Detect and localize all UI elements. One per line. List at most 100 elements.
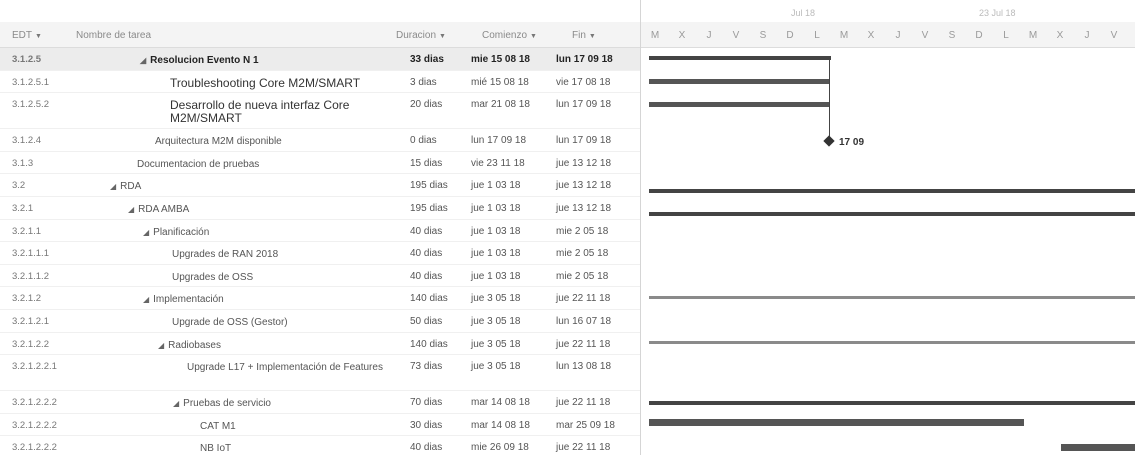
header-nombre[interactable]: Nombre de tarea <box>76 30 151 41</box>
row-duration: 0 dias <box>410 135 437 147</box>
row-name[interactable]: Upgrades de OSS <box>172 271 253 284</box>
gantt-bar[interactable] <box>649 296 1135 299</box>
row-name[interactable]: ◢ RDA <box>110 180 141 193</box>
row-start: mar 21 08 18 <box>471 99 530 111</box>
row-end: mie 2 05 18 <box>556 270 609 282</box>
day-label: M <box>1028 30 1038 41</box>
duracion-filter-icon[interactable]: ▼ <box>439 33 446 40</box>
row-duration: 33 dias <box>410 54 444 65</box>
task-row[interactable]: 3.2.1.2.2 ◢ Radiobases 140 dias jue 3 05 … <box>0 333 640 356</box>
collapse-icon[interactable]: ◢ <box>158 341 164 350</box>
gantt-area[interactable]: 17 09 <box>641 48 1135 455</box>
row-end: jue 22 11 18 <box>556 338 611 350</box>
row-duration: 195 dias <box>410 202 448 214</box>
task-row[interactable]: 3.2.1.2.2.2 NB IoT 40 dias mie 26 09 18 … <box>0 436 640 455</box>
row-name[interactable]: Documentacion de pruebas <box>137 158 259 171</box>
row-end: jue 13 12 18 <box>556 202 612 214</box>
task-row[interactable]: 3.2.1.2.1 Upgrade de OSS (Gestor) 50 dia… <box>0 310 640 333</box>
row-edt: 3.2.1.1.2 <box>12 270 49 282</box>
row-duration: 40 dias <box>410 225 443 237</box>
gantt-bar[interactable] <box>649 79 829 84</box>
row-name[interactable]: Upgrade L17 + Implementación de Features <box>187 361 387 374</box>
milestone-diamond-icon <box>823 135 835 147</box>
row-name[interactable]: CAT M1 <box>200 420 236 433</box>
gantt-bar[interactable] <box>649 419 1024 426</box>
gantt-bar[interactable] <box>649 189 1135 193</box>
gantt-bar[interactable] <box>1061 444 1135 451</box>
task-row[interactable]: 3.2.1 ◢ RDA AMBA 195 dias jue 1 03 18 jue… <box>0 197 640 220</box>
collapse-icon[interactable]: ◢ <box>140 56 146 65</box>
row-name[interactable]: ◢ Pruebas de servicio <box>173 397 271 410</box>
row-name[interactable]: ◢ Radiobases <box>158 339 221 352</box>
day-label: D <box>975 30 983 41</box>
gantt-bar[interactable] <box>649 401 1135 405</box>
row-end: jue 22 11 18 <box>556 442 611 454</box>
row-end: mie 2 05 18 <box>556 225 609 237</box>
header-fin[interactable]: Fin ▼ <box>572 30 596 41</box>
task-row[interactable]: 3.1.2.4 Arquitectura M2M disponible 0 di… <box>0 129 640 152</box>
header-duracion[interactable]: Duracion ▼ <box>396 30 446 41</box>
row-edt: 3.1.2.4 <box>12 135 42 147</box>
collapse-icon[interactable]: ◢ <box>110 182 116 191</box>
task-row[interactable]: 3.2.1.2.2.2 ◢ Pruebas de servicio 70 dias… <box>0 391 640 414</box>
task-row[interactable]: 3.2.1.2.2.2 CAT M1 30 dias mar 14 08 18 … <box>0 414 640 437</box>
header-comienzo[interactable]: Comienzo ▼ <box>482 30 537 41</box>
row-start: jue 3 05 18 <box>471 315 521 327</box>
row-name[interactable]: Upgrade de OSS (Gestor) <box>172 316 288 329</box>
task-row[interactable]: 3.2.1.2.2.1 Upgrade L17 + Implementación… <box>0 355 640 392</box>
gantt-bar[interactable] <box>649 56 831 60</box>
collapse-icon[interactable]: ◢ <box>143 295 149 304</box>
row-name[interactable]: ◢ Implementación <box>143 293 224 306</box>
gantt-bar[interactable] <box>649 212 1135 216</box>
day-label: J <box>1084 30 1090 41</box>
day-label: S <box>759 30 767 41</box>
row-start: lun 17 09 18 <box>471 135 527 147</box>
row-name[interactable]: ◢ RDA AMBA <box>128 203 189 216</box>
row-name[interactable]: Upgrades de RAN 2018 <box>172 248 278 261</box>
row-duration: 40 dias <box>410 442 443 454</box>
collapse-icon[interactable]: ◢ <box>128 205 134 214</box>
task-row[interactable]: 3.2.1.1.2 Upgrades de OSS 40 dias jue 1 … <box>0 265 640 288</box>
header-edt[interactable]: EDT ▼ <box>12 30 42 41</box>
gantt-chart: Jul 18 23 Jul 18 M X J V S D L M X J V S D L M X J V 17 0… <box>640 0 1135 455</box>
task-row[interactable]: 3.1.2.5.1 Troubleshooting Core M2M/SMART… <box>0 71 640 94</box>
row-start: vie 23 11 18 <box>471 157 525 169</box>
row-edt: 3.2.1.1.1 <box>12 248 49 260</box>
gantt-bar[interactable] <box>649 102 829 107</box>
gantt-timescale-top: Jul 18 23 Jul 18 <box>641 0 1135 22</box>
day-label: L <box>1003 30 1009 41</box>
row-edt: 3.2 <box>12 180 26 192</box>
gantt-timescale-days: MXJVSDLMXJVSDLMXJV <box>641 22 1135 48</box>
row-start: jue 1 03 18 <box>471 202 521 214</box>
row-edt: 3.1.3 <box>12 157 34 169</box>
row-duration: 140 dias <box>410 338 448 350</box>
row-end: jue 22 11 18 <box>556 397 611 409</box>
fin-filter-icon[interactable]: ▼ <box>589 33 596 40</box>
task-row[interactable]: 3.1.3 Documentacion de pruebas 15 dias v… <box>0 152 640 175</box>
task-rows: 3.1.2.5 ◢ Resolucion Evento N 1 33 dias m… <box>0 48 640 455</box>
row-name[interactable]: Desarrollo de nueva interfaz Core M2M/SM… <box>170 99 390 125</box>
row-name[interactable]: ◢ Planificación <box>143 226 209 239</box>
task-row[interactable]: 3.1.2.5.2 Desarrollo de nueva interfaz C… <box>0 93 640 130</box>
task-row[interactable]: 3.1.2.5 ◢ Resolucion Evento N 1 33 dias m… <box>0 48 640 71</box>
row-start: jue 1 03 18 <box>471 225 521 237</box>
row-name[interactable]: ◢ Resolucion Evento N 1 <box>140 54 259 67</box>
collapse-icon[interactable]: ◢ <box>143 228 149 237</box>
milestone[interactable]: 17 09 <box>823 135 864 148</box>
day-label: J <box>895 30 901 41</box>
gantt-bar[interactable] <box>649 341 1135 344</box>
row-duration: 30 dias <box>410 419 443 431</box>
task-row[interactable]: 3.2 ◢ RDA 195 dias jue 1 03 18 jue 13 12 … <box>0 174 640 197</box>
row-name[interactable]: Arquitectura M2M disponible <box>155 135 282 148</box>
edt-filter-icon[interactable]: ▼ <box>35 33 42 40</box>
collapse-icon[interactable]: ◢ <box>173 399 179 408</box>
row-start: jue 3 05 18 <box>471 338 521 350</box>
row-name[interactable]: NB IoT <box>200 442 231 455</box>
task-row[interactable]: 3.2.1.1.1 Upgrades de RAN 2018 40 dias j… <box>0 242 640 265</box>
day-label: X <box>1056 30 1064 41</box>
row-name[interactable]: Troubleshooting Core M2M/SMART <box>170 76 360 90</box>
task-row[interactable]: 3.2.1.2 ◢ Implementación 140 dias jue 3 0… <box>0 287 640 310</box>
task-row[interactable]: 3.2.1.1 ◢ Planificación 40 dias jue 1 03 … <box>0 220 640 243</box>
day-label: L <box>814 30 820 41</box>
comienzo-filter-icon[interactable]: ▼ <box>530 33 537 40</box>
